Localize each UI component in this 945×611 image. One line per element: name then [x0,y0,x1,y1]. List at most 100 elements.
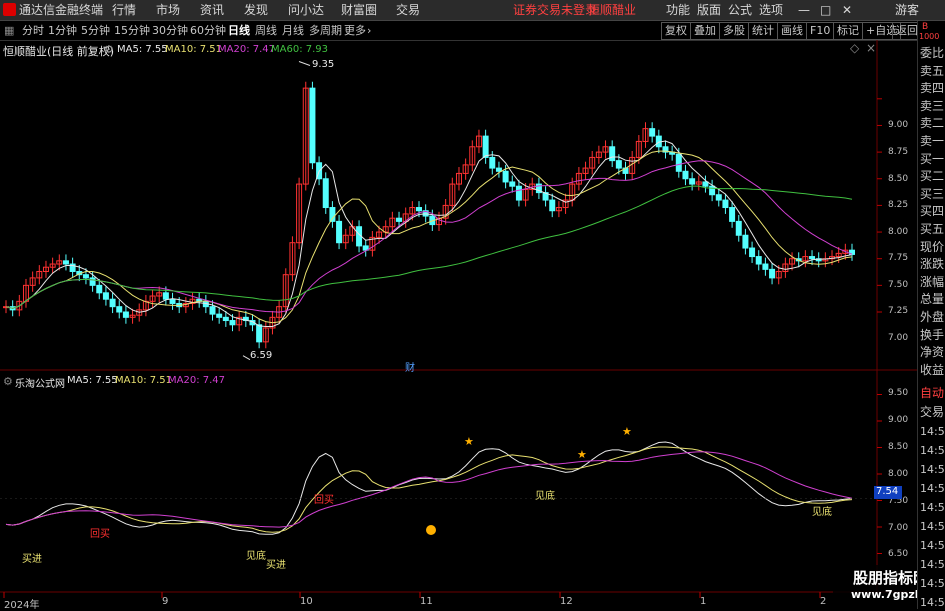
sub-ma5-line [5,441,853,535]
quote-label: 涨幅 [920,274,945,289]
candle-body [755,256,762,265]
maximize-icon[interactable]: ◇ [850,41,859,55]
trade-time: 14:56 [920,520,945,533]
person-icon: ★ [622,425,632,438]
menu-ask[interactable]: 问小达 [288,0,324,20]
panel-close-icon[interactable]: × [866,41,876,55]
quote-label: 委比 [920,46,945,60]
title-bar: 通达信金融终端 行情 市场 资讯 发现 问小达 财富圈 交易 证券交易未登录 恒… [0,0,945,21]
f10-button[interactable]: F10 [806,22,835,40]
y-tick: 7.00 [888,333,909,343]
period-tab[interactable]: 月线 [282,21,304,40]
y-tick: 8.75 [888,147,909,157]
settings-icon[interactable]: ⚙ [104,43,114,56]
candle-body [169,298,176,304]
sub-ma20-line [5,451,853,528]
price-chart[interactable]: ★ ★ ★ [0,40,917,609]
ma20-label: MA20: 7.47 [218,44,276,55]
settings-icon[interactable]: ⚙ [3,375,13,388]
quote-label: 现价 [920,239,945,254]
mark-button[interactable]: 标记 [833,22,863,40]
trade-label[interactable]: 自动 [920,385,944,402]
trade-time: 14:56 [920,482,945,495]
candle-body [502,170,509,183]
ma5-label: MA5: 7.55 [117,44,168,55]
close-icon[interactable]: ✕ [842,0,852,20]
minimize-icon[interactable]: — [798,0,810,20]
menu-news[interactable]: 资讯 [200,0,224,20]
grid-icon[interactable]: ▦ [4,21,14,40]
period-tab[interactable]: 多周期 [309,21,342,40]
candle-body [649,128,656,137]
menu-function[interactable]: 功能 [666,0,690,20]
bottom-signal: 见底 [246,551,266,562]
menu-options[interactable]: 选项 [759,0,783,20]
user-label[interactable]: 游客 [895,0,919,20]
high-leader [298,61,311,66]
candle-body [509,181,516,187]
ma5-line [5,140,853,327]
candle-body [609,146,616,162]
finance-mark[interactable]: 财 [405,359,415,374]
candle-body [209,306,216,315]
period-tab[interactable]: 1分钟 [48,21,77,40]
quote-label: 买五 [920,222,945,236]
x-tick: 9 [162,596,169,607]
app-name: 通达信金融终端 [19,3,104,17]
menu-discover[interactable]: 发现 [244,0,268,20]
quote-label: 买三 [920,186,945,201]
draw-line-button[interactable]: 画线 [777,22,807,40]
period-tab[interactable]: 30分钟 [152,21,188,40]
chevron-right-icon[interactable]: › [367,21,371,40]
trade-time: 14:56 [920,463,945,476]
stats-button[interactable]: 统计 [748,22,778,40]
app-logo-icon [3,3,16,16]
quote-panel: B 1000 委比 卖五 卖四 卖三 卖二 卖一 买一 买二 买三 买四 买五 现价 涨跌 涨幅 总量 外盘换… [917,21,945,609]
period-tab[interactable]: 60分钟 [190,21,226,40]
candle-body [489,156,496,169]
sub-y-tick: 9.50 [888,388,909,398]
quote-label: 买四 [920,204,945,219]
menu-formula[interactable]: 公式 [728,0,752,20]
person-icon: ★ [464,435,474,448]
candle-body [162,292,169,300]
quote-label: 卖二 [920,116,945,131]
trade-time: 14:56 [920,425,945,438]
current-value-tag: 7.54 [874,486,902,499]
candle-body [322,178,329,209]
login-notice[interactable]: 证券交易未登录 [513,0,597,20]
menu-market[interactable]: 市场 [156,0,180,20]
period-tab[interactable]: 5分钟 [81,21,110,40]
buy-signal: 买进 [22,554,42,565]
quote-label: 涨跌 [920,257,945,272]
sub-y-tick: 8.00 [888,469,909,479]
candle-body [116,306,123,313]
more-periods[interactable]: 更多 [344,21,366,40]
restore-icon[interactable]: □ [820,0,831,20]
y-tick: 7.75 [888,253,909,263]
candle-body [769,268,776,279]
trade-time: 14:56 [920,558,945,571]
ma20-line [5,160,853,313]
candle-body [96,284,103,294]
menu-wealth[interactable]: 财富圈 [341,0,377,20]
menu-quotes[interactable]: 行情 [112,0,136,20]
period-tab-active[interactable]: 日线 [228,21,250,40]
period-tab[interactable]: 分时 [22,21,44,40]
adjust-button[interactable]: 复权 [661,22,691,40]
menu-trade[interactable]: 交易 [396,0,420,20]
y-tick: 7.25 [888,306,909,316]
trade-time: 14:56 [920,539,945,552]
period-tab[interactable]: 周线 [255,21,277,40]
multi-stock-button[interactable]: 多股 [719,22,749,40]
overlay-button[interactable]: 叠加 [690,22,720,40]
trade-label[interactable]: 交易 [920,404,944,421]
quote-label: 卖一 [920,134,945,148]
y-tick: 8.50 [888,174,909,184]
period-tab[interactable]: 15分钟 [114,21,150,40]
candle-body [396,217,403,222]
rebuy-signal: 回买 [90,529,110,540]
menu-layout[interactable]: 版面 [697,0,721,20]
candle-body [62,260,69,265]
top-mark-qty: 1000 [919,32,940,41]
